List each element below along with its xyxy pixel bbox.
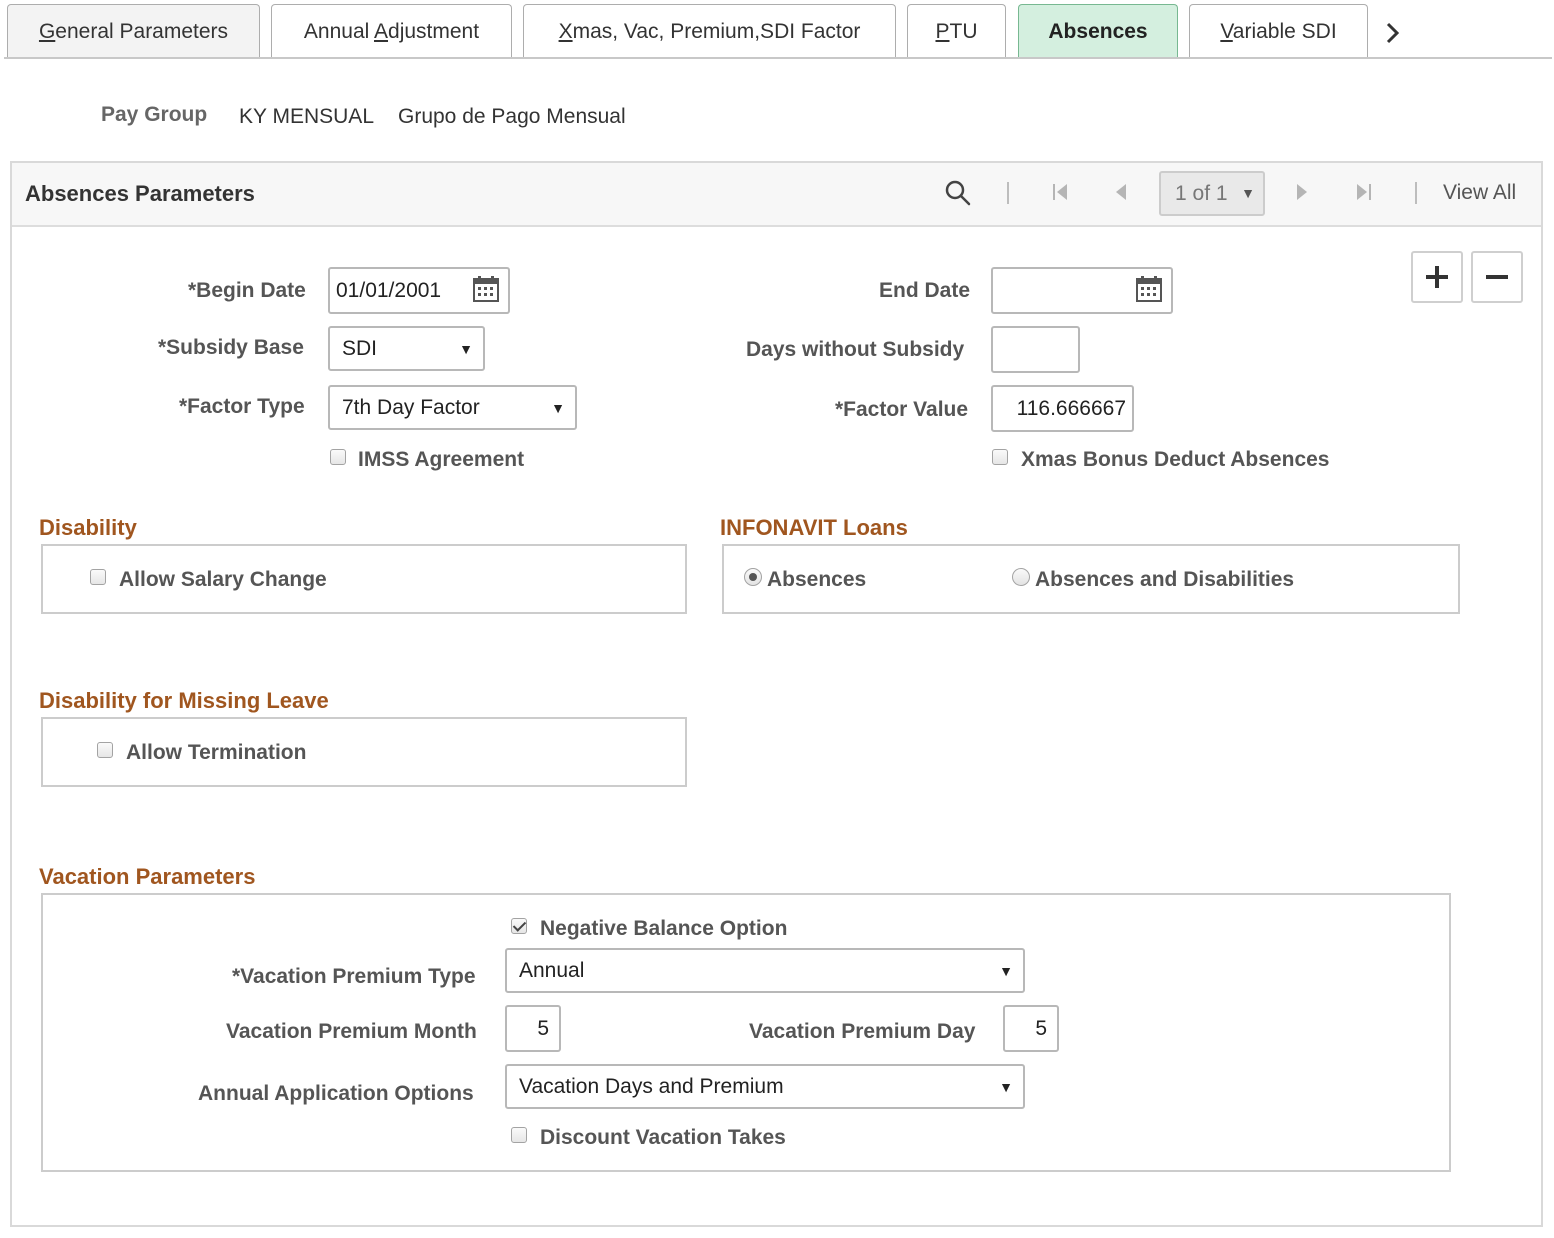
factor-type-select[interactable]: 7th Day Factor ▼	[328, 385, 577, 430]
days-without-subsidy-label: Days without Subsidy	[746, 338, 965, 361]
discount-vacation-takes-label: Discount Vacation Takes	[540, 1126, 786, 1149]
last-page-icon[interactable]	[1352, 181, 1374, 203]
pay-group-label: Pay Group	[101, 103, 208, 126]
nav-separator	[1415, 182, 1417, 204]
vacation-premium-type-select[interactable]: Annual ▼	[505, 948, 1025, 993]
tab-ptu[interactable]: PTU	[907, 4, 1006, 58]
vacation-premium-type-value: Annual	[519, 958, 585, 982]
absences-radio-label: Absences	[767, 568, 867, 591]
annual-application-options-label: Annual Application Options	[198, 1082, 474, 1105]
chevron-right-icon[interactable]	[1380, 16, 1406, 50]
subsidy-base-select[interactable]: SDI ▼	[328, 326, 485, 371]
factor-type-value: 7th Day Factor	[342, 395, 480, 419]
nav-separator	[1007, 182, 1009, 204]
search-icon[interactable]	[944, 179, 972, 207]
caret-down-icon: ▼	[1241, 185, 1255, 201]
panel-title: Absences Parameters	[25, 181, 255, 206]
delete-row-button[interactable]	[1471, 251, 1523, 303]
vacation-premium-day-field[interactable]: 5	[1003, 1005, 1059, 1052]
pager-dropdown[interactable]: 1 of 1 ▼	[1159, 171, 1265, 216]
begin-date-label: *Begin Date	[188, 279, 306, 302]
allow-salary-change-label: Allow Salary Change	[119, 568, 327, 591]
plus-icon	[1426, 266, 1448, 288]
tab-label: PTU	[935, 19, 978, 43]
tab-label: Variable SDI	[1220, 19, 1337, 43]
discount-vacation-takes-checkbox[interactable]	[511, 1127, 527, 1143]
add-row-button[interactable]	[1411, 251, 1463, 303]
annual-application-options-value: Vacation Days and Premium	[519, 1074, 784, 1098]
caret-down-icon: ▼	[999, 1078, 1013, 1095]
tab-annual-adjustment[interactable]: Annual Adjustment	[271, 4, 512, 58]
imss-agreement-label: IMSS Agreement	[358, 448, 525, 471]
subsidy-base-label: *Subsidy Base	[158, 336, 304, 359]
allow-termination-checkbox[interactable]	[97, 742, 113, 758]
vacation-premium-day-label: Vacation Premium Day	[749, 1020, 976, 1043]
vacation-parameters-title: Vacation Parameters	[39, 864, 256, 889]
xmas-bonus-deduct-label: Xmas Bonus Deduct Absences	[1021, 448, 1330, 471]
missing-leave-title: Disability for Missing Leave	[39, 688, 329, 713]
disability-title: Disability	[39, 515, 137, 540]
annual-application-options-select[interactable]: Vacation Days and Premium ▼	[505, 1064, 1025, 1109]
vacation-premium-month-label: Vacation Premium Month	[226, 1020, 477, 1043]
first-page-icon[interactable]	[1050, 181, 1072, 203]
begin-date-value: 01/01/2001	[336, 278, 442, 302]
vacation-premium-month-value: 5	[537, 1016, 549, 1040]
vacation-premium-day-value: 5	[1035, 1016, 1047, 1040]
pay-group-description: Grupo de Pago Mensual	[398, 105, 626, 128]
negative-balance-checkbox[interactable]	[511, 918, 527, 934]
tab-divider	[4, 57, 1552, 59]
tab-variable-sdi[interactable]: Variable SDI	[1189, 4, 1368, 58]
subsidy-base-value: SDI	[342, 336, 378, 360]
factor-value-value: 116.666667	[1016, 396, 1126, 420]
tab-label: General Parameters	[38, 19, 229, 43]
tab-xmas-vac-premium-sdi-factor[interactable]: Xmas, Vac, Premium,SDI Factor	[523, 4, 896, 58]
minus-icon	[1486, 275, 1508, 279]
factor-value-field[interactable]: 116.666667	[991, 385, 1134, 432]
view-all-link[interactable]: View All	[1443, 181, 1516, 205]
caret-down-icon: ▼	[999, 962, 1013, 979]
vacation-premium-type-label: *Vacation Premium Type	[232, 965, 476, 988]
absences-and-disabilities-radio[interactable]	[1012, 568, 1030, 586]
negative-balance-label: Negative Balance Option	[540, 917, 788, 940]
calendar-icon[interactable]	[472, 275, 500, 303]
infonavit-loans-title: INFONAVIT Loans	[720, 515, 908, 540]
allow-termination-label: Allow Termination	[126, 741, 307, 764]
tab-label: Xmas, Vac, Premium,SDI Factor	[558, 19, 861, 43]
calendar-icon[interactable]	[1135, 275, 1163, 303]
vacation-premium-month-field[interactable]: 5	[505, 1005, 561, 1052]
tab-label: Annual Adjustment	[303, 19, 480, 43]
days-without-subsidy-field[interactable]	[991, 326, 1080, 373]
factor-value-label: *Factor Value	[835, 398, 969, 421]
tab-label: Absences	[1048, 19, 1148, 43]
pager-text: 1 of 1	[1175, 181, 1228, 205]
absences-and-disabilities-label: Absences and Disabilities	[1035, 568, 1295, 591]
xmas-bonus-deduct-checkbox[interactable]	[992, 449, 1008, 465]
end-date-label: End Date	[879, 279, 971, 302]
next-page-icon[interactable]	[1291, 181, 1313, 203]
imss-agreement-checkbox[interactable]	[330, 449, 346, 465]
tab-absences[interactable]: Absences	[1018, 4, 1178, 58]
tab-general-parameters[interactable]: General Parameters	[7, 4, 260, 58]
caret-down-icon: ▼	[551, 399, 565, 416]
factor-type-label: *Factor Type	[179, 395, 305, 418]
allow-salary-change-checkbox[interactable]	[90, 569, 106, 585]
previous-page-icon[interactable]	[1110, 181, 1132, 203]
pay-group-code: KY MENSUAL	[239, 105, 374, 128]
caret-down-icon: ▼	[459, 340, 473, 357]
absences-radio[interactable]	[744, 568, 762, 586]
